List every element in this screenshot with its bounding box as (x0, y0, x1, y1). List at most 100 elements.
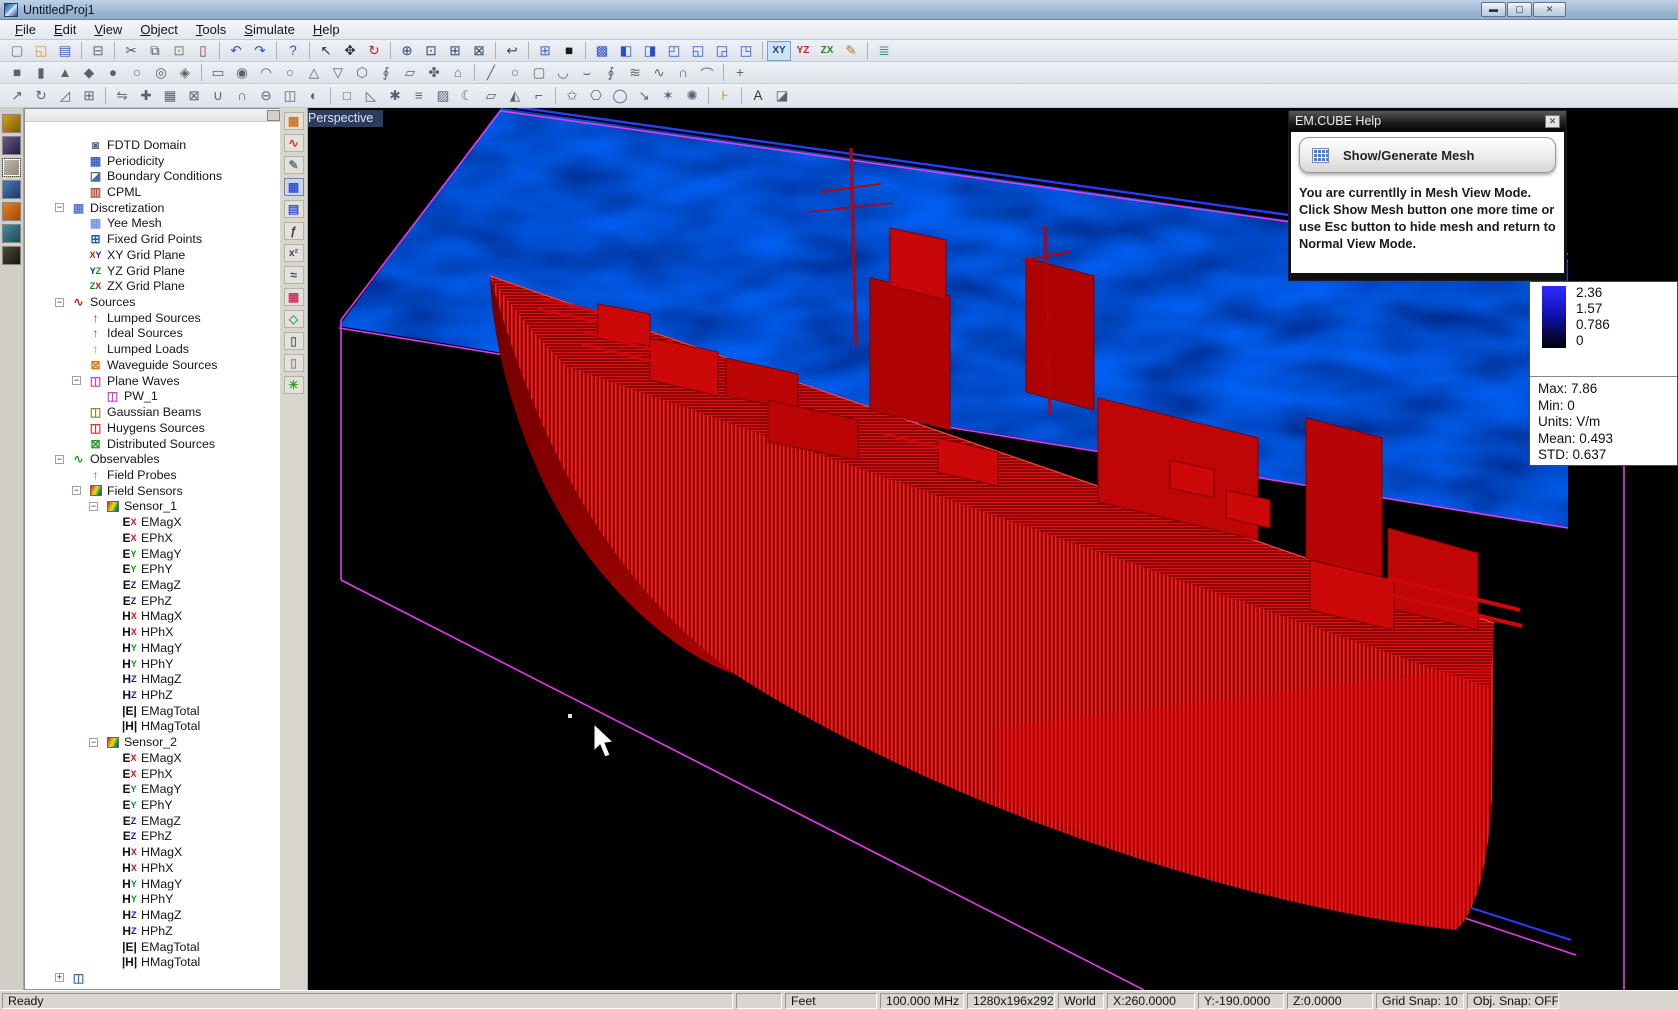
tree-item-emagtotal[interactable]: |E|EMagTotal (106, 939, 281, 955)
surf-circle-button[interactable]: ◉ (230, 63, 254, 83)
polygonize-button[interactable]: ✩ (560, 86, 584, 106)
curve-line-button[interactable]: ╱ (479, 63, 503, 83)
frequency-settings-icon[interactable]: ƒ (284, 222, 304, 240)
tree-item-waveguide-sources[interactable]: ⊠Waveguide Sources (72, 357, 281, 373)
tree-item-hmagz[interactable]: HZHMagZ (106, 671, 281, 687)
delete-button[interactable]: ▯ (191, 41, 215, 61)
boolean-subtract-button[interactable]: ⊖ (254, 86, 278, 106)
view-cube-left-button[interactable]: ◨ (638, 41, 662, 61)
circle-approx-button[interactable]: ◯ (608, 86, 632, 106)
grid-array-button[interactable]: ▦ (158, 86, 182, 106)
solid-prism-button[interactable]: ◈ (173, 63, 197, 83)
curve-capsule-button[interactable]: ▢ (527, 63, 551, 83)
explode-mesh-button[interactable]: ⊠ (182, 86, 206, 106)
module-picasso-icon[interactable] (2, 180, 21, 199)
orbit-button[interactable]: ↻ (362, 41, 386, 61)
surf-hexagon-button[interactable]: ⬡ (350, 63, 374, 83)
expand-plus-icon[interactable]: + (55, 973, 64, 982)
surf-triangle-button[interactable]: △ (302, 63, 326, 83)
tree-item-hmagy[interactable]: HYHMagY (106, 640, 281, 656)
menu-file[interactable]: File (6, 20, 45, 39)
tree-item-fixed-grid-points[interactable]: ⊞Fixed Grid Points (72, 231, 281, 247)
show-generate-mesh-button[interactable]: Show/Generate Mesh (1299, 137, 1556, 173)
expand-minus-icon[interactable]: − (55, 455, 64, 464)
explode-object-button[interactable]: ✺ (680, 86, 704, 106)
tree-item-hmagtotal[interactable]: |H|HMagTotal (106, 954, 281, 970)
tree-item-gaussian-beams[interactable]: ◫Gaussian Beams (72, 404, 281, 420)
save-button[interactable]: ▤ (53, 41, 77, 61)
tree-item-hphy[interactable]: HYHPhY (106, 656, 281, 672)
sketch-button[interactable]: ✎ (839, 41, 863, 61)
tree-item-ephx[interactable]: EXEPhX (106, 766, 281, 782)
move-object-button[interactable]: ↗ (5, 86, 29, 106)
cube-tool-button[interactable]: ◪ (770, 86, 794, 106)
tree-item-ephy[interactable]: EYEPhY (106, 797, 281, 813)
wedge-button[interactable]: ◺ (359, 86, 383, 106)
power-settings-icon[interactable]: x² (284, 244, 304, 262)
redo-button[interactable]: ↷ (248, 41, 272, 61)
view-cube-back-button[interactable]: ◳ (734, 41, 758, 61)
tree-item-ephz[interactable]: EZEPhZ (106, 593, 281, 609)
menu-edit[interactable]: Edit (45, 20, 85, 39)
surf-taper-button[interactable]: ▽ (326, 63, 350, 83)
tree-item-hmagx[interactable]: HXHMagX (106, 844, 281, 860)
wire-box-button[interactable]: □ (335, 86, 359, 106)
open-file-button[interactable]: ◱ (29, 41, 53, 61)
tree-item-ephx[interactable]: EXEPhX (106, 530, 281, 546)
tree-item-ephz[interactable]: EZEPhZ (106, 829, 281, 845)
stack-button[interactable]: ≡ (407, 86, 431, 106)
surf-spiral-button[interactable]: ∮ (374, 63, 398, 83)
view-cube-right-button[interactable]: ◰ (662, 41, 686, 61)
module-cubecad-icon[interactable] (2, 114, 21, 133)
tree-item-ideal-sources[interactable]: ↑Ideal Sources (72, 326, 281, 342)
zoom-extents-button[interactable]: ⊞ (443, 41, 467, 61)
rotate-object-button[interactable]: ↻ (29, 86, 53, 106)
tree-item-field-probes[interactable]: ↑Field Probes (72, 467, 281, 483)
title-bar[interactable]: UntitledProj1 ▬ ▢ ✕ (0, 0, 1678, 20)
tree-item-plane-waves[interactable]: −◫Plane Waves (72, 373, 281, 389)
copy-button[interactable]: ⧉ (143, 41, 167, 61)
tree-item-field-sensors[interactable]: −Field Sensors (72, 483, 281, 499)
tree-item-boundary-conditions[interactable]: ◪Boundary Conditions (72, 168, 281, 184)
project-tree-button[interactable]: ≣ (872, 41, 896, 61)
mirror-object-button[interactable]: ⇋ (110, 86, 134, 106)
tree-item-sensor-1[interactable]: −Sensor_1 (89, 499, 281, 515)
tree-item-discretization[interactable]: −▦Discretization (55, 200, 281, 216)
curve-circle-button[interactable]: ○ (503, 63, 527, 83)
solid-cylinder-button[interactable]: ▮ (29, 63, 53, 83)
maximize-button[interactable]: ▢ (1507, 2, 1532, 17)
boolean-intersect-button[interactable]: ∩ (230, 86, 254, 106)
zoom-window-button[interactable]: ⊡ (419, 41, 443, 61)
scale-object-button[interactable]: ◿ (53, 86, 77, 106)
tree-item-hphx[interactable]: HXHPhX (106, 860, 281, 876)
show-mesh-icon[interactable]: ▦ (284, 178, 304, 196)
zoom-in-button[interactable]: ⊕ (395, 41, 419, 61)
menu-object[interactable]: Object (131, 20, 187, 39)
curve-helix-button[interactable]: ≋ (623, 63, 647, 83)
curve-n-button[interactable]: ∩ (671, 63, 695, 83)
curve-m-button[interactable]: ⌒ (695, 63, 719, 83)
tree-item-hphy[interactable]: HYHPhY (106, 892, 281, 908)
tree-item-xy-grid-plane[interactable]: XYXY Grid Plane (72, 247, 281, 263)
close-button[interactable]: ✕ (1533, 2, 1566, 17)
print-button[interactable]: ⊟ (86, 41, 110, 61)
module-libera-icon[interactable] (2, 202, 21, 221)
point-tool-button[interactable]: + (728, 63, 752, 83)
tree-item-emagz[interactable]: EZEMagZ (106, 577, 281, 593)
zx-plane-button[interactable]: ZX (815, 41, 839, 61)
surf-arch-button[interactable]: ⌂ (446, 63, 470, 83)
tree-item-hmagtotal[interactable]: |H|HMagTotal (106, 719, 281, 735)
validate-icon[interactable]: ◇ (284, 310, 304, 328)
xy-plane-button[interactable]: XY (767, 41, 791, 61)
pentagon-button[interactable]: ⎔ (584, 86, 608, 106)
domain-settings-icon[interactable]: ▦ (284, 112, 304, 130)
measure-ruler-button[interactable]: ⊦ (713, 86, 737, 106)
tree-item-lumped-sources[interactable]: ↑Lumped Sources (72, 310, 281, 326)
tree-item-sensor-2[interactable]: −Sensor_2 (89, 734, 281, 750)
curve-l-button[interactable]: ⌣ (575, 63, 599, 83)
module-illumina-icon[interactable] (2, 224, 21, 243)
tree-item-emagtotal[interactable]: |E|EMagTotal (106, 703, 281, 719)
star-object-button[interactable]: ✶ (656, 86, 680, 106)
menu-tools[interactable]: Tools (187, 20, 235, 39)
tree-item-emagx[interactable]: EXEMagX (106, 750, 281, 766)
